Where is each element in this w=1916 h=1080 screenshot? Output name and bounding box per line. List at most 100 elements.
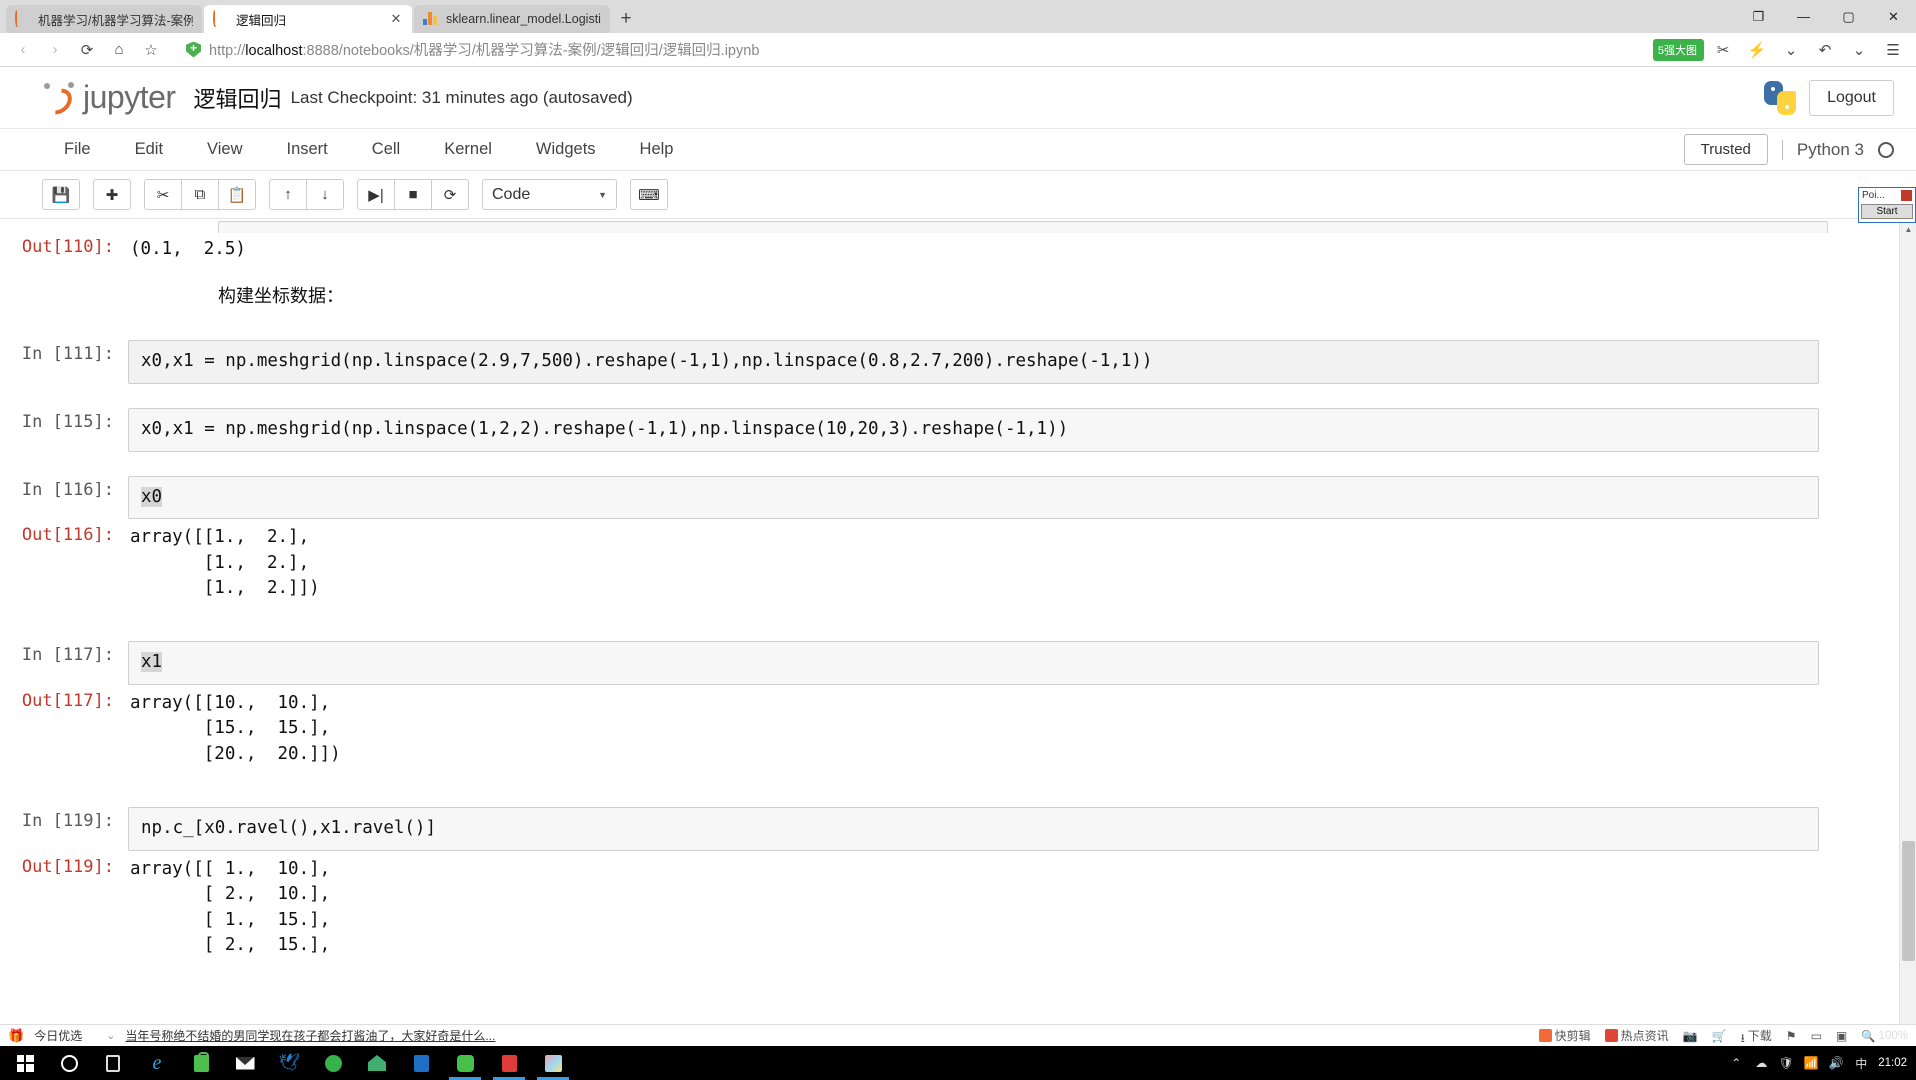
move-cell-down-button[interactable]: ↓: [306, 179, 344, 210]
bookmark-icon[interactable]: ☆: [136, 36, 166, 64]
new-tab-button[interactable]: +: [612, 5, 640, 33]
code-editor[interactable]: x0: [128, 475, 1819, 520]
maximize-icon[interactable]: ▢: [1826, 0, 1871, 33]
menu-cell[interactable]: Cell: [350, 140, 422, 159]
grid-icon[interactable]: ▣: [1836, 1029, 1847, 1043]
code-editor[interactable]: np.c_[x0.ravel(),x1.ravel()]: [128, 807, 1819, 851]
edge-icon[interactable]: e: [135, 1046, 179, 1080]
red-doc-icon[interactable]: [487, 1046, 531, 1080]
close-icon[interactable]: ✕: [1871, 0, 1916, 33]
volume-icon[interactable]: 🔊: [1828, 1055, 1844, 1071]
menu-edit[interactable]: Edit: [113, 140, 185, 159]
news-tool[interactable]: 热点资讯: [1604, 1027, 1669, 1044]
tray-expand-icon[interactable]: ⌃: [1728, 1055, 1744, 1071]
cortana-circle-icon[interactable]: [47, 1046, 91, 1080]
gradient-app-icon[interactable]: [531, 1046, 575, 1080]
run-cell-button[interactable]: ▶|: [357, 179, 395, 210]
output-prompt: Out[117]:: [21, 691, 114, 711]
save-button[interactable]: 💾: [42, 179, 80, 210]
command-palette-button[interactable]: ⌨: [630, 179, 668, 210]
notebook-title[interactable]: 逻辑回归: [194, 82, 282, 114]
undo-icon[interactable]: ↶: [1810, 36, 1840, 64]
clipboard-icon: [1538, 1029, 1552, 1042]
menu-insert[interactable]: Insert: [265, 140, 350, 159]
notebook-cells: Out[110]: (0.1, 2.5) 构建坐标数据： In [111]: x…: [0, 221, 1916, 962]
minimize-icon[interactable]: —: [1781, 0, 1826, 33]
code-editor[interactable]: x0,x1 = np.meshgrid(np.linspace(2.9,7,50…: [128, 340, 1819, 384]
back-icon[interactable]: ‹: [8, 36, 38, 64]
clock[interactable]: 21:02: [1878, 1057, 1907, 1070]
chevron-down-icon-2[interactable]: ⌄: [1844, 36, 1874, 64]
jupyter-menubar: File Edit View Insert Cell Kernel Widget…: [0, 129, 1916, 171]
clip-tool-label: 快剪辑: [1554, 1029, 1591, 1043]
restore-icon[interactable]: ❐: [1736, 0, 1781, 33]
scissors-icon[interactable]: ✂: [1708, 36, 1738, 64]
menu-file[interactable]: File: [42, 140, 113, 159]
code-editor[interactable]: x1: [128, 641, 1819, 685]
store-icon[interactable]: [179, 1046, 223, 1080]
browser-tab-2[interactable]: sklearn.linear_model.Logistic: [414, 5, 610, 33]
kernel-status-icon: [1878, 141, 1894, 158]
news-section-label[interactable]: 今日优选: [34, 1027, 82, 1044]
popup-start-button[interactable]: Start: [1861, 204, 1913, 219]
bird-icon[interactable]: 🕊: [267, 1046, 311, 1080]
copy-button[interactable]: ⧉: [181, 179, 219, 210]
menu-kernel[interactable]: Kernel: [422, 140, 514, 159]
zoom-control[interactable]: 🔍 100%: [1861, 1029, 1908, 1043]
shopping-icon[interactable]: 🛒: [1712, 1029, 1727, 1043]
popup-titlebar: Poi...: [1859, 188, 1915, 203]
menu-view[interactable]: View: [185, 140, 264, 159]
move-cell-up-button[interactable]: ↑: [269, 179, 307, 210]
close-icon[interactable]: ✕: [389, 11, 403, 27]
house-icon[interactable]: [355, 1046, 399, 1080]
trusted-badge[interactable]: Trusted: [1683, 134, 1768, 165]
shield-icon[interactable]: 🛡: [1778, 1055, 1794, 1071]
address-bar[interactable]: http://localhost:8888/notebooks/机器学习/机器学…: [176, 37, 1643, 63]
enhance-badge[interactable]: 5强大图: [1652, 38, 1704, 61]
cloud-icon[interactable]: ☁: [1753, 1055, 1769, 1071]
windows-start-icon[interactable]: [3, 1046, 47, 1080]
restart-kernel-button[interactable]: ⟳: [431, 179, 469, 210]
notebook-scroll-area[interactable]: Out[110]: (0.1, 2.5) 构建坐标数据： In [111]: x…: [0, 221, 1916, 1080]
reload-icon[interactable]: ⟳: [72, 36, 102, 64]
close-icon[interactable]: [1901, 190, 1912, 201]
cut-button[interactable]: ✂: [144, 179, 182, 210]
insert-cell-button[interactable]: ✚: [93, 179, 131, 210]
menu-help[interactable]: Help: [618, 140, 696, 159]
jupyter-logo[interactable]: jupyter: [40, 79, 176, 120]
logout-button[interactable]: Logout: [1809, 79, 1894, 116]
chevron-down-icon[interactable]: ⌄: [106, 1029, 115, 1042]
news-headline-link[interactable]: 当年号称绝不结婚的男同学现在孩子都会打酱油了，大家好奇是什么...: [125, 1027, 495, 1044]
wechat-icon[interactable]: [443, 1046, 487, 1080]
scrollbar-thumb[interactable]: [1902, 841, 1915, 961]
download-tool[interactable]: ⭳ 下载: [1741, 1027, 1772, 1045]
home-icon[interactable]: ⌂: [104, 36, 134, 64]
browser-tab-1[interactable]: 逻辑回归 ✕: [204, 5, 412, 33]
task-view-icon[interactable]: [91, 1046, 135, 1080]
green-browser-icon[interactable]: [311, 1046, 355, 1080]
window-icon[interactable]: ▭: [1811, 1029, 1822, 1043]
markdown-cell[interactable]: 构建坐标数据：: [218, 268, 1894, 318]
code-editor[interactable]: x0,x1 = np.meshgrid(np.linspace(1,2,2).r…: [128, 408, 1819, 452]
menu-widgets[interactable]: Widgets: [514, 140, 618, 159]
menu-icon[interactable]: ☰: [1878, 36, 1908, 64]
camera-icon[interactable]: 📷: [1683, 1029, 1698, 1043]
network-icon[interactable]: 📶: [1803, 1055, 1819, 1071]
interrupt-kernel-button[interactable]: ■: [394, 179, 432, 210]
ime-icon[interactable]: 中: [1853, 1055, 1869, 1071]
jupyter-icon: [213, 9, 229, 27]
blue-doc-icon[interactable]: [399, 1046, 443, 1080]
cell-type-dropdown[interactable]: Code ▼: [482, 179, 617, 210]
bolt-icon[interactable]: ⚡: [1742, 36, 1772, 64]
cell-output-117: Out[117]: array([[10., 10.], [15., 15.],…: [0, 687, 1894, 771]
corner-notification-popup[interactable]: Poi... Start: [1858, 187, 1916, 223]
flag-icon[interactable]: ⚑: [1786, 1029, 1797, 1043]
chevron-down-icon[interactable]: ⌄: [1776, 36, 1806, 64]
mail-icon[interactable]: [223, 1046, 267, 1080]
clip-tool[interactable]: 快剪辑: [1538, 1027, 1591, 1044]
scroll-up-icon[interactable]: ▲: [1900, 221, 1916, 238]
paste-button[interactable]: 📋: [218, 179, 256, 210]
forward-icon[interactable]: ›: [40, 36, 70, 64]
browser-tab-0[interactable]: 机器学习/机器学习算法-案例/逻: [6, 5, 202, 33]
notebook-scrollbar[interactable]: ▲ ▼: [1899, 221, 1916, 1080]
